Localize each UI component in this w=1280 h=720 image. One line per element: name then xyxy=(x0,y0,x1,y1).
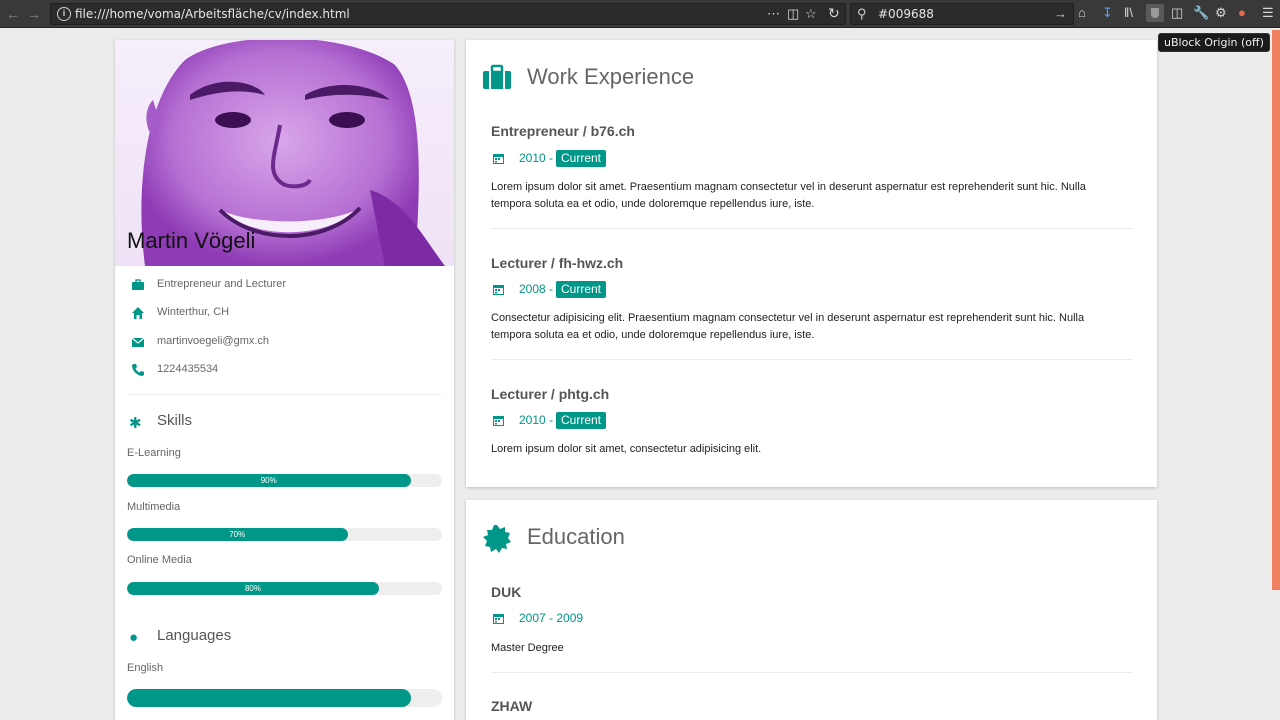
education-title: Education xyxy=(527,524,625,549)
envelope-icon xyxy=(131,337,145,347)
info-location: Winterthur, CH xyxy=(127,304,442,324)
date-text: 2010 - xyxy=(519,151,554,165)
skills-title: Skills xyxy=(157,412,193,429)
location-text: Winterthur, CH xyxy=(157,306,230,318)
entry-title: Entrepreneur / b76.ch xyxy=(491,123,635,139)
entry-title: ZHAW xyxy=(491,698,533,714)
bookmark-star-icon[interactable]: ☆ xyxy=(805,6,817,22)
briefcase-icon xyxy=(483,64,511,89)
entry-description: Consectetur adipisicing elit. Praesentiu… xyxy=(491,312,1085,341)
url-bar[interactable]: i file:///home/voma/Arbeitsfläche/cv/ind… xyxy=(50,3,846,25)
work-title: Work Experience xyxy=(527,64,695,89)
language-bar-fill xyxy=(127,689,411,707)
reload-icon[interactable]: ↻ xyxy=(828,5,840,22)
calendar-icon xyxy=(493,416,504,426)
pocket-icon[interactable]: ◫ xyxy=(787,6,799,22)
search-bar[interactable]: ⚲ #009688 → xyxy=(850,3,1074,25)
globe-icon: ● xyxy=(129,629,139,646)
occupation-text: Entrepreneur and Lecturer xyxy=(157,278,287,290)
entry-description: Lorem ipsum dolor sit amet, consectetur … xyxy=(491,443,762,455)
phone-text: 1224435534 xyxy=(157,363,219,375)
phone-icon xyxy=(132,364,144,376)
email-text: martinvoegeli@gmx.ch xyxy=(157,335,270,347)
entry-description: Master Degree xyxy=(491,642,564,654)
certificate-icon xyxy=(483,525,511,553)
calendar-icon xyxy=(493,285,504,295)
language-label: English xyxy=(127,662,164,674)
ublock-tooltip: uBlock Origin (off) xyxy=(1158,33,1270,52)
profile-card: Martin Vögeli Entrepreneur and Lecturer … xyxy=(115,40,454,720)
search-go-icon[interactable]: → xyxy=(1054,6,1067,21)
calendar-icon xyxy=(493,154,504,164)
skill-bar: 90% xyxy=(127,474,442,487)
download-icon[interactable]: ↧ xyxy=(1102,5,1113,21)
skill-bar: 80% xyxy=(127,582,442,595)
info-icon[interactable]: i xyxy=(57,7,71,21)
briefcase-icon xyxy=(132,279,144,290)
entry-separator xyxy=(491,359,1133,360)
skill-label: E-Learning xyxy=(127,447,181,459)
date-text: 2010 - xyxy=(519,413,554,427)
languages-title: Languages xyxy=(157,627,232,644)
menu-icon[interactable]: ☰ xyxy=(1262,5,1274,21)
sidebar-icon[interactable]: ◫ xyxy=(1171,5,1183,21)
current-badge: Current xyxy=(556,412,607,429)
language-bar xyxy=(127,689,442,707)
date-text: 2008 - xyxy=(519,282,554,296)
date-text: 2007 - 2009 xyxy=(519,611,584,625)
info-email: martinvoegeli@gmx.ch xyxy=(127,333,442,353)
search-input[interactable]: #009688 xyxy=(878,7,934,21)
skill-bar-fill: 80% xyxy=(127,582,379,595)
home-icon xyxy=(132,307,144,319)
skill-bar: 70% xyxy=(127,528,442,541)
skill-label: Online Media xyxy=(127,554,192,566)
info-phone: 1224435534 xyxy=(127,361,442,381)
url-text[interactable]: file:///home/voma/Arbeitsfläche/cv/index… xyxy=(75,7,350,21)
more-icon[interactable]: ⋯ xyxy=(767,6,780,22)
entry-title: Lecturer / fh-hwz.ch xyxy=(491,255,624,271)
calendar-icon xyxy=(493,614,504,624)
home-toolbar-icon[interactable]: ⌂ xyxy=(1078,5,1086,21)
skill-bar-fill: 90% xyxy=(127,474,411,487)
current-badge: Current xyxy=(556,150,607,167)
search-icon: ⚲ xyxy=(857,6,867,21)
skill-label: Multimedia xyxy=(127,501,181,513)
divider xyxy=(127,394,442,395)
browser-toolbar: ← → i file:///home/voma/Arbeitsfläche/cv… xyxy=(0,0,1280,28)
addon-icon[interactable]: ● xyxy=(1238,5,1246,21)
entry-separator xyxy=(491,228,1133,229)
education-card: Education DUK 2007 - 2009 Master Degree … xyxy=(466,500,1157,720)
entry-title: DUK xyxy=(491,584,522,600)
info-occupation: Entrepreneur and Lecturer xyxy=(127,276,442,296)
profile-name: Martin Vögeli xyxy=(127,228,256,253)
entry-title: Lecturer / phtg.ch xyxy=(491,386,610,402)
skill-bar-fill: 70% xyxy=(127,528,348,541)
current-badge: Current xyxy=(556,281,607,298)
library-icon[interactable]: ‖\ xyxy=(1124,5,1133,21)
asterisk-icon: ✱ xyxy=(129,415,142,432)
entry-separator xyxy=(491,672,1133,673)
back-icon[interactable]: ← xyxy=(6,6,20,22)
work-experience-card: Work Experience Entrepreneur / b76.ch 20… xyxy=(466,40,1157,487)
forward-icon[interactable]: → xyxy=(27,6,41,22)
wrench-icon[interactable]: 🔧 xyxy=(1193,5,1209,21)
entry-description: Lorem ipsum dolor sit amet. Praesentium … xyxy=(491,181,1086,210)
ublock-icon[interactable] xyxy=(1146,4,1164,22)
gear-icon[interactable]: ⚙ xyxy=(1215,5,1227,21)
scrollbar-thumb[interactable] xyxy=(1272,30,1280,590)
